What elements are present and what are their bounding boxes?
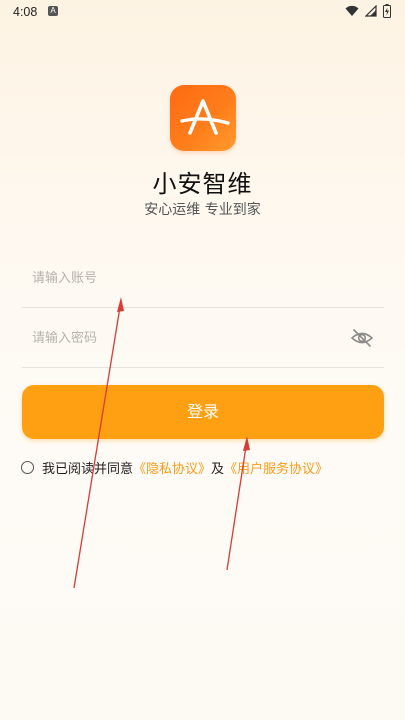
account-field — [22, 249, 384, 308]
agreement-prefix: 我已阅读并同意 — [42, 461, 134, 477]
account-input[interactable] — [30, 263, 334, 293]
agreement-row: 我已阅读并同意 《隐私协议》 及 《用户服务协议》 — [21, 457, 328, 477]
password-field — [22, 309, 384, 368]
status-icons — [345, 4, 391, 18]
status-bar: 4:08 A — [0, 0, 405, 24]
app-name: 小安智维 — [152, 170, 253, 198]
status-time: 4:08 — [13, 5, 38, 19]
notification-icon: A — [48, 6, 58, 16]
agreement-conjunction: 及 — [211, 461, 225, 477]
battery-icon — [383, 4, 391, 18]
agree-checkbox[interactable] — [21, 460, 34, 474]
app-logo-icon — [170, 85, 236, 151]
user-service-link[interactable]: 《用户服务协议》 — [224, 458, 328, 477]
wifi-icon — [345, 5, 359, 17]
eye-off-icon[interactable] — [350, 327, 374, 349]
signal-icon — [365, 5, 377, 17]
app-slogan: 安心运维 专业到家 — [144, 202, 261, 218]
password-input[interactable] — [30, 323, 334, 353]
privacy-link[interactable]: 《隐私协议》 — [133, 458, 211, 477]
login-button[interactable]: 登录 — [22, 385, 384, 439]
